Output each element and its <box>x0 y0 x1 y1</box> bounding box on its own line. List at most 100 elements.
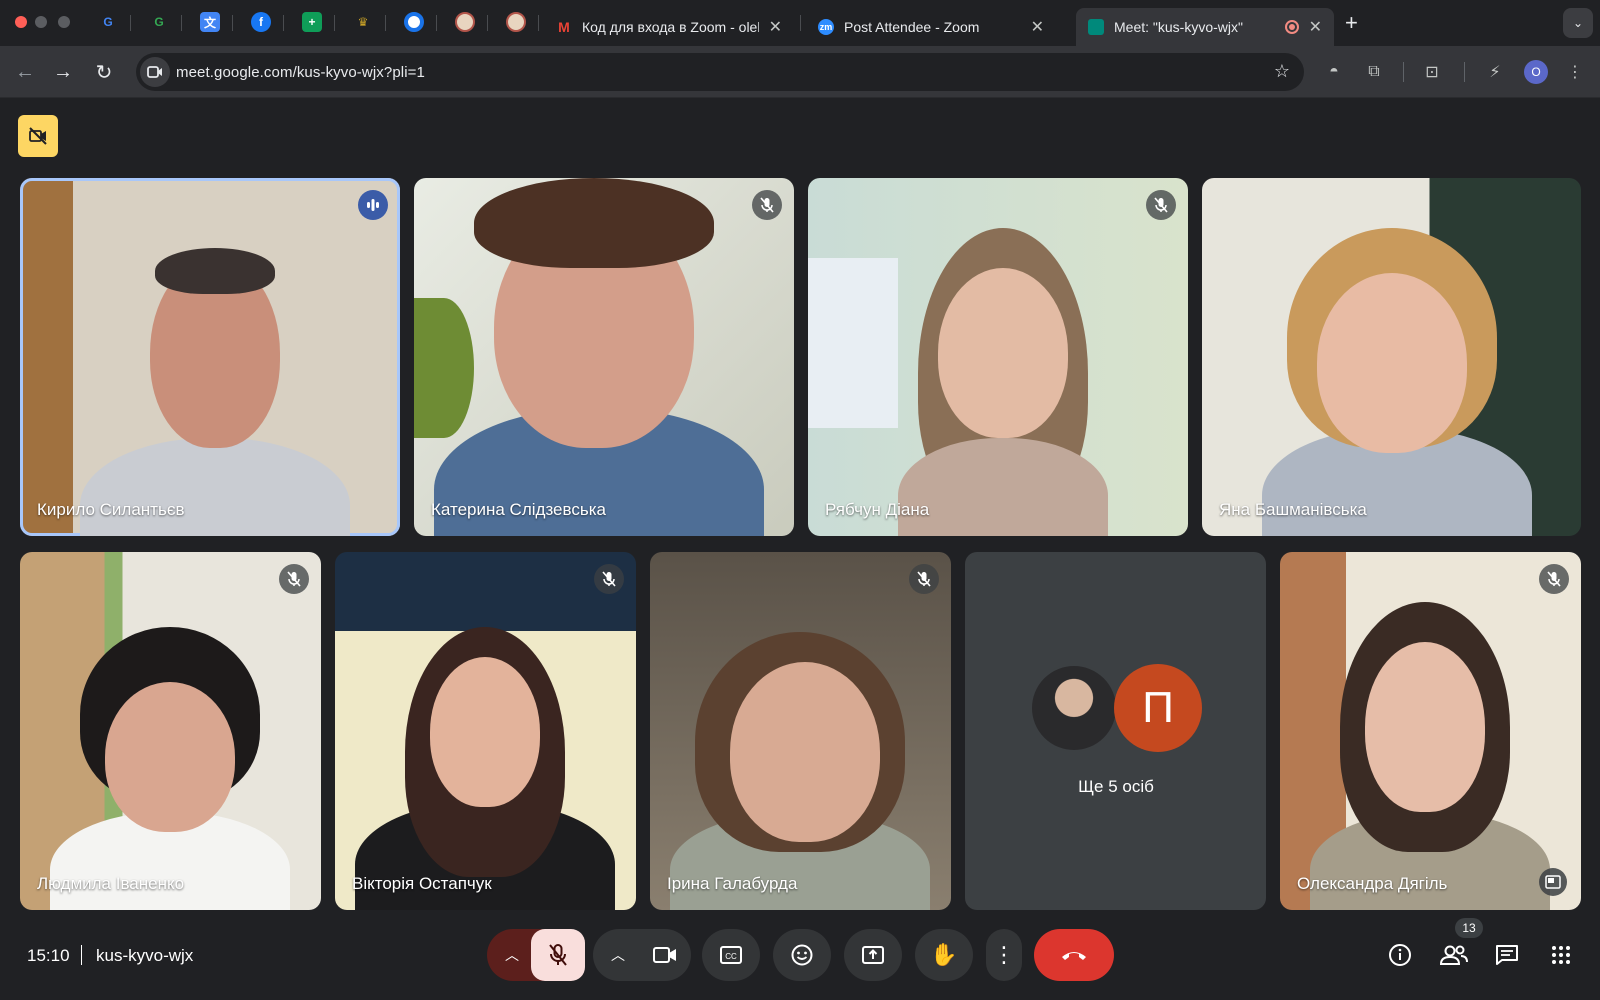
participant-tile-3[interactable]: Рябчун Діана <box>808 178 1188 536</box>
apps-grid-icon <box>1552 946 1570 964</box>
profile-avatar[interactable]: O <box>1524 60 1548 84</box>
tab-gmail[interactable]: M Код для входа в Zoom - olek ✕ <box>544 8 794 46</box>
participant-tile-1[interactable]: Кирило Силантьєв <box>20 178 400 536</box>
poster <box>808 258 898 428</box>
activities-button[interactable] <box>1546 940 1576 970</box>
more-options-button[interactable]: ⋮ <box>986 929 1022 981</box>
tab-divider <box>538 15 539 31</box>
google-meet-icon <box>1088 19 1104 35</box>
tab-divider <box>232 15 233 31</box>
participant-tile-7[interactable]: Ірина Галабурда <box>650 552 951 910</box>
tab-divider <box>385 15 386 31</box>
address-bar[interactable]: meet.google.com/kus-kyvo-wjx?pli=1 ☆ <box>136 53 1304 91</box>
reactions-button[interactable] <box>773 929 831 981</box>
meeting-clock: 15:10 <box>27 946 70 965</box>
raise-hand-button[interactable]: ✋ <box>915 929 973 981</box>
hand-icon: ✋ <box>930 942 958 967</box>
leave-call-button[interactable] <box>1034 929 1114 981</box>
crest-icon: ♛ <box>357 15 369 29</box>
pinned-tab-seal[interactable] <box>455 12 475 32</box>
pinned-tab-google-2[interactable]: G <box>149 12 169 32</box>
present-icon <box>862 946 884 964</box>
pinned-tab-google[interactable]: G <box>98 12 118 32</box>
google-translate-icon: 文 <box>203 15 216 30</box>
forward-button[interactable]: → <box>49 58 77 86</box>
pinned-tab-circle[interactable] <box>404 12 424 32</box>
gmail-icon: M <box>558 19 570 35</box>
performance-icon[interactable]: ⚡ <box>1483 60 1507 84</box>
close-tab-icon[interactable]: ✕ <box>769 17 782 37</box>
present-screen-button[interactable] <box>844 929 902 981</box>
incognito-extension-icon[interactable]: ◓ <box>1322 60 1346 84</box>
participant-name: Олександра Дягіль <box>1297 874 1448 893</box>
pinned-tab-seal-2[interactable] <box>506 12 526 32</box>
site-info-icon[interactable] <box>140 57 170 87</box>
participant-tile-4[interactable]: Яна Башманівська <box>1202 178 1581 536</box>
meeting-code: kus-kyvo-wjx <box>96 946 194 965</box>
google-icon: G <box>103 15 113 29</box>
close-tab-icon[interactable]: ✕ <box>1309 17 1322 37</box>
host-controls-button[interactable] <box>18 115 58 157</box>
close-window-button[interactable] <box>15 16 27 28</box>
zoom-icon: zm <box>818 19 834 35</box>
chevron-up-icon: ︿ <box>611 947 625 963</box>
back-button[interactable]: ← <box>11 58 39 86</box>
tab-meet-active[interactable]: Meet: "kus-kyvo-wjx" ✕ <box>1076 8 1334 46</box>
arrow-right-icon: → <box>53 60 73 83</box>
toolbar-divider <box>1403 62 1404 82</box>
bookmark-star-icon[interactable]: ☆ <box>1274 61 1290 82</box>
emoji-icon <box>791 944 813 966</box>
more-participants-label: Ще 5 осіб <box>1078 777 1154 796</box>
mic-off-icon <box>1539 564 1569 594</box>
camera-icon <box>653 947 676 963</box>
screenshot-icon[interactable]: ⊡ <box>1420 60 1444 84</box>
chat-button[interactable] <box>1492 940 1522 970</box>
tab-divider <box>334 15 335 31</box>
new-tab-button[interactable]: + <box>1345 10 1358 36</box>
picture-in-picture-icon[interactable] <box>1539 868 1567 896</box>
kebab-menu-icon: ⋮ <box>993 942 1015 967</box>
people-button[interactable] <box>1439 940 1469 970</box>
tab-search-button[interactable]: ⌄ <box>1563 8 1593 38</box>
participant-name: Вікторія Остапчук <box>352 874 492 893</box>
participant-video <box>730 662 880 842</box>
maximize-window-button[interactable] <box>58 16 70 28</box>
chevron-down-icon: ⌄ <box>1572 16 1584 30</box>
video-options-button[interactable]: ︿ <box>593 929 691 981</box>
tab-divider <box>283 15 284 31</box>
speaking-indicator-icon <box>358 190 388 220</box>
minimize-window-button[interactable] <box>35 16 47 28</box>
tab-title: Код для входа в Zoom - olek <box>582 19 759 35</box>
participant-video <box>1365 642 1485 812</box>
extensions-puzzle-icon[interactable]: ⧉ <box>1362 60 1386 84</box>
reload-button[interactable]: ↻ <box>90 58 118 86</box>
participant-name: Людмила Іваненко <box>37 874 185 893</box>
tab-divider <box>436 15 437 31</box>
reload-icon: ↻ <box>95 61 113 84</box>
pinned-tab-crest[interactable]: ♛ <box>353 12 373 32</box>
participant-tile-5[interactable]: Людмила Іваненко <box>20 552 321 910</box>
pinned-tab-translate[interactable]: 文 <box>200 12 220 32</box>
participant-name: Кирило Силантьєв <box>37 500 185 519</box>
pinned-tab-facebook[interactable]: f <box>251 12 271 32</box>
participant-avatar <box>1030 664 1118 752</box>
microphone-toggle-button[interactable] <box>531 929 585 981</box>
chevron-up-icon: ︿ <box>505 947 519 963</box>
participant-video <box>1317 273 1467 453</box>
tab-divider <box>181 15 182 31</box>
tab-divider <box>800 15 801 31</box>
captions-button[interactable]: CC <box>702 929 760 981</box>
participant-tile-2[interactable]: Катерина Слідзевська <box>414 178 794 536</box>
info-icon <box>1389 944 1411 966</box>
recording-icon <box>1284 20 1299 34</box>
meeting-details-button[interactable] <box>1385 940 1415 970</box>
other-participants-tile[interactable] <box>965 552 1266 910</box>
participant-tile-6[interactable]: Вікторія Остапчук <box>335 552 636 910</box>
participant-video <box>430 657 540 807</box>
pinned-tab-sheets[interactable]: + <box>302 12 322 32</box>
kebab-menu-icon[interactable]: ⋮ <box>1563 60 1587 84</box>
participant-tile-8[interactable]: Олександра Дягіль <box>1280 552 1581 910</box>
close-tab-icon[interactable]: ✕ <box>1031 17 1044 37</box>
closed-captions-icon: CC <box>720 946 742 964</box>
tab-zoom[interactable]: zm Post Attendee - Zoom ✕ <box>806 8 1056 46</box>
